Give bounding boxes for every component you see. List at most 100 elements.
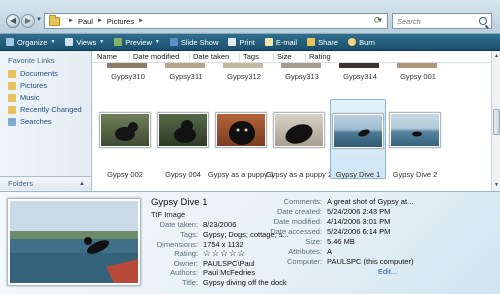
column-rating[interactable]: Rating: [309, 52, 331, 61]
file-name: Gypsy314: [343, 72, 377, 81]
burn-label: Burn: [359, 37, 375, 47]
field-value: 5/24/2006 2:43 PM: [327, 207, 391, 216]
preview-icon: [114, 38, 123, 46]
field-key: Authors:: [170, 268, 198, 277]
file-name: Gypsy310: [111, 72, 145, 81]
field-key: Title:: [182, 278, 198, 287]
rating-stars-icon[interactable]: ☆☆☆☆☆: [203, 248, 246, 259]
column-divider[interactable]: [305, 53, 306, 61]
thumbnail: [223, 63, 263, 68]
field-key: Date accessed:: [270, 227, 322, 236]
organize-label: Organize: [17, 37, 48, 47]
file-list: Gypsy310 Gypsy311 Gypsy312 Gypsy313 Gyps…: [93, 63, 491, 191]
thumbnail: [274, 113, 324, 147]
column-divider[interactable]: [189, 53, 190, 61]
chevron-up-icon: ▲: [79, 180, 85, 187]
music-icon: [8, 93, 16, 102]
field-value[interactable]: Gypsy diving off the dock: [203, 278, 287, 287]
views-button[interactable]: Views ▼: [65, 38, 104, 47]
breadcrumb-pictures[interactable]: Pictures: [107, 17, 134, 26]
sidebar-item-pictures[interactable]: Pictures: [8, 81, 47, 90]
search-box[interactable]: [392, 13, 492, 29]
pictures-icon: [8, 81, 16, 90]
preview-image: [8, 199, 140, 285]
organize-icon: [6, 38, 14, 46]
field-key: Owner:: [173, 259, 198, 268]
command-toolbar: Organize ▼ Views ▼ Preview ▼ Slide Show …: [0, 34, 500, 51]
burn-button[interactable]: Burn: [348, 38, 375, 47]
scrollbar-thumb[interactable]: [493, 109, 500, 135]
column-divider[interactable]: [129, 53, 130, 61]
sidebar-item-recently-changed[interactable]: Recently Changed: [8, 105, 82, 114]
column-divider[interactable]: [273, 53, 274, 61]
preview-button[interactable]: Preview ▼: [114, 38, 160, 47]
share-button[interactable]: Share: [307, 38, 338, 47]
field-key: Date modified:: [273, 217, 322, 226]
refresh-icon[interactable]: ⟳: [374, 15, 382, 26]
field-value: 5.46 MB: [327, 237, 355, 246]
field-value[interactable]: 8/23/2006: [203, 220, 236, 229]
search-input[interactable]: [397, 16, 475, 26]
share-label: Share: [318, 37, 339, 47]
column-size[interactable]: Size: [277, 52, 292, 61]
breadcrumb-paul[interactable]: Paul: [78, 17, 93, 26]
thumbnail: [165, 63, 205, 68]
slideshow-icon: [169, 38, 178, 46]
edit-link[interactable]: Edit...: [378, 267, 397, 276]
thumbnail: [333, 114, 383, 148]
preview-label: Preview: [125, 37, 152, 47]
sidebar-item-music[interactable]: Music: [8, 93, 40, 102]
breadcrumb-separator-icon[interactable]: ►: [138, 18, 144, 24]
email-button[interactable]: E-mail: [264, 37, 298, 47]
column-name[interactable]: Name: [97, 52, 117, 61]
search-icon[interactable]: [479, 17, 487, 25]
file-name: Gypsy Dive 2: [392, 170, 438, 179]
field-value[interactable]: A great shot of Gypsy at...: [327, 197, 413, 206]
organize-button[interactable]: Organize ▼: [6, 38, 55, 47]
sidebar-item-label: Music: [20, 93, 40, 102]
column-date-modified[interactable]: Date modified: [133, 52, 179, 61]
field-key: Comments:: [283, 197, 322, 206]
recently-changed-icon: [8, 105, 16, 114]
sidebar-item-documents[interactable]: Documents: [8, 69, 58, 78]
address-bar[interactable]: ► Paul ► Pictures ► ▼: [44, 13, 388, 29]
column-date-taken[interactable]: Date taken: [193, 52, 229, 61]
details-file-type: TIF Image: [151, 210, 186, 219]
field-key: Tags:: [180, 230, 198, 239]
details-pane: Gypsy Dive 1 TIF Image Date taken: 8/23/…: [0, 191, 500, 294]
chevron-down-icon: ▼: [50, 39, 56, 45]
print-button[interactable]: Print: [228, 38, 255, 47]
field-value: PAULSPC (this computer): [327, 257, 414, 266]
sidebar-item-searches[interactable]: Searches: [8, 117, 52, 126]
vertical-scrollbar[interactable]: ▲ ▼: [491, 51, 500, 191]
column-tags[interactable]: Tags: [243, 52, 259, 61]
searches-icon: [8, 117, 16, 126]
column-divider[interactable]: [239, 53, 240, 61]
scroll-up-icon[interactable]: ▲: [493, 52, 500, 60]
forward-button[interactable]: ▶: [21, 14, 35, 28]
email-label: E-mail: [275, 37, 298, 47]
sidebar-item-label: Pictures: [20, 81, 48, 90]
file-name: Gypsy312: [227, 72, 261, 81]
details-title: Gypsy Dive 1: [151, 197, 208, 208]
folders-toggle[interactable]: Folders ▲: [0, 176, 92, 190]
slideshow-button[interactable]: Slide Show: [169, 38, 218, 47]
thumbnail: [397, 63, 437, 68]
recent-pages-dropdown-icon[interactable]: ▼: [36, 17, 42, 23]
sidebar-item-label: Recently Changed: [20, 105, 82, 114]
breadcrumb-separator-icon[interactable]: ►: [97, 18, 103, 24]
field-value[interactable]: Paul McFedries: [203, 268, 255, 277]
field-value: A: [327, 247, 333, 256]
views-icon: [65, 38, 74, 46]
list-item-selected[interactable]: Gypsy Dive 1: [330, 99, 386, 179]
documents-icon: [8, 69, 16, 78]
thumbnail: [339, 63, 379, 68]
scroll-down-icon[interactable]: ▼: [493, 181, 500, 189]
share-icon: [307, 38, 316, 46]
back-button[interactable]: ◀: [6, 14, 20, 28]
field-key: Dimensions:: [156, 240, 198, 249]
thumbnail: [158, 113, 208, 147]
thumbnail: [107, 63, 147, 68]
breadcrumb-separator-icon[interactable]: ►: [68, 18, 74, 24]
field-value: 5/24/2006 6:14 PM: [327, 227, 391, 236]
